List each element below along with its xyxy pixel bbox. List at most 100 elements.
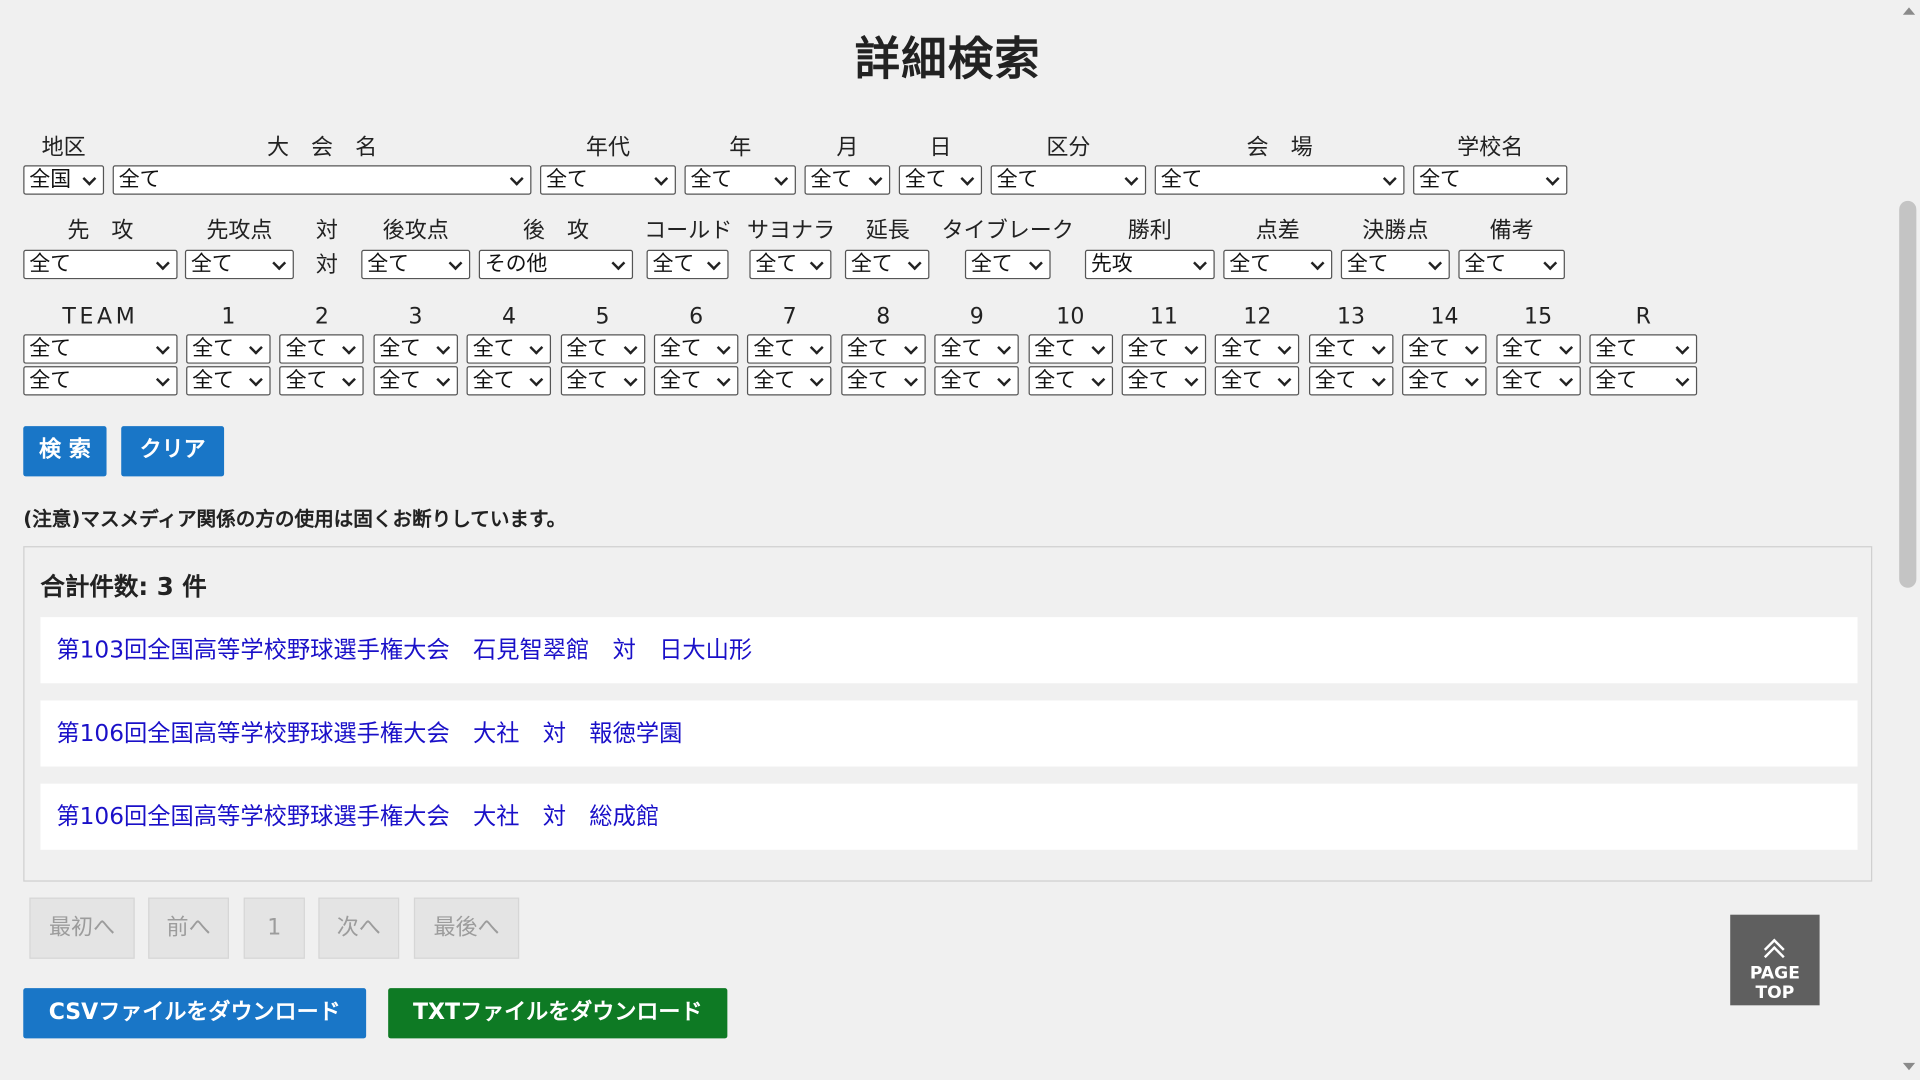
inning-select-top[interactable]: 全て [1121,334,1207,364]
inning-select-bottom[interactable]: 全て [466,366,552,396]
txt-download-button[interactable]: TXTファイルをダウンロード [388,988,728,1039]
inning-select-bottom[interactable]: 全て [1215,366,1300,396]
first-attack-select[interactable]: 全て [23,249,178,280]
venue-select[interactable]: 全て [1154,165,1405,195]
inning-select-top[interactable]: 全て [279,334,365,364]
inning-label: 14 [1430,303,1459,330]
vs-label-top: 対 [315,217,338,244]
day-select[interactable]: 全て [898,165,983,195]
inning-select-top[interactable]: 全て [1028,334,1113,364]
category-select[interactable]: 全て [990,165,1147,195]
team-select-top[interactable]: 全て [23,334,178,364]
category-label: 区分 [1046,134,1091,161]
month-select[interactable]: 全て [804,165,891,195]
inning-select-top[interactable]: 全て [560,334,645,364]
second-attack-label: 後 攻 [522,217,589,244]
result-link[interactable]: 第103回全国高等学校野球選手権大会 石見智翠館 対 日大山形 [40,617,1858,684]
inning-select-top[interactable]: 全て [466,334,552,364]
scroll-down-arrow-icon[interactable] [1902,1062,1916,1071]
tiebreak-label: タイブレーク [941,217,1074,244]
inning-select-bottom[interactable]: 全て [934,366,1020,396]
inning-select-bottom[interactable]: 全て [279,366,365,396]
inning-select-top[interactable]: 全て [186,334,271,364]
inning-label: 15 [1524,303,1553,330]
remarks-label: 備考 [1489,217,1534,244]
extra-innings-select[interactable]: 全て [844,249,930,280]
win-select[interactable]: 先攻 [1084,249,1215,280]
inning-label: 7 [782,303,797,330]
inning-label: 1 [221,303,236,330]
inning-select-top[interactable]: 全て [373,334,458,364]
first-score-select[interactable]: 全て [184,249,294,280]
called-game-label: コールド [644,217,733,244]
notice-text: (注意)マスメディア関係の方の使用は固くお断りしています。 [23,506,567,531]
year-label: 年 [729,134,752,161]
score-diff-select[interactable]: 全て [1223,249,1333,280]
result-link[interactable]: 第106回全国高等学校野球選手権大会 大社 対 総成館 [40,783,1858,850]
page-top-label: PAGE TOP [1749,963,1800,1003]
region-select[interactable]: 全国 [23,165,105,195]
inning-select-bottom[interactable]: 全て [840,366,926,396]
remarks-select[interactable]: 全て [1458,249,1565,280]
second-score-label: 後攻点 [382,217,449,244]
inning-select-bottom[interactable]: 全て [653,366,739,396]
team-label: TEAM [62,303,139,330]
inning-label: 13 [1336,303,1366,330]
team-select-bottom[interactable]: 全て [23,366,178,396]
second-attack-select[interactable]: その他 [478,249,634,280]
score-diff-label: 点差 [1255,217,1300,244]
results-panel: 合計件数: 3 件 第103回全国高等学校野球選手権大会 石見智翠館 対 日大山… [23,546,1873,882]
clear-button[interactable]: クリア [121,426,225,477]
inning-select-bottom[interactable]: 全て [1589,366,1698,396]
inning-select-bottom[interactable]: 全て [1028,366,1113,396]
pagination-next[interactable]: 次へ [318,897,400,959]
pagination-prev[interactable]: 前へ [148,897,229,959]
inning-select-top[interactable]: 全て [840,334,926,364]
page-top-button[interactable]: PAGE TOP [1730,914,1820,1006]
inning-select-top[interactable]: 全て [747,334,832,364]
sayonara-select[interactable]: 全て [749,249,832,280]
inning-label: 4 [501,303,517,330]
day-label: 日 [929,134,952,161]
vs-label-bottom: 対 [315,252,338,278]
result-link[interactable]: 第106回全国高等学校野球選手権大会 大社 対 報徳学園 [40,700,1858,767]
decisive-run-select[interactable]: 全て [1340,249,1450,280]
sayonara-label: サヨナラ [746,217,836,244]
inning-select-bottom[interactable]: 全て [1308,366,1394,396]
inning-label: 2 [314,303,329,330]
first-score-label: 先攻点 [206,217,273,244]
tiebreak-select[interactable]: 全て [964,249,1051,280]
decisive-run-label: 決勝点 [1362,217,1429,244]
csv-download-button[interactable]: CSVファイルをダウンロード [23,988,367,1039]
year-select[interactable]: 全て [684,165,796,195]
scroll-up-arrow-icon[interactable] [1902,7,1916,15]
inning-label: 6 [689,303,704,330]
second-score-select[interactable]: 全て [361,249,471,280]
inning-select-bottom[interactable]: 全て [186,366,271,396]
inning-select-top[interactable]: 全て [1215,334,1300,364]
inning-select-bottom[interactable]: 全て [747,366,832,396]
pagination-last[interactable]: 最後へ [413,897,520,959]
school-select[interactable]: 全て [1413,165,1568,195]
inning-select-top[interactable]: 全て [1495,334,1581,364]
search-button[interactable]: 検 索 [23,426,107,477]
inning-select-top[interactable]: 全て [653,334,739,364]
pagination-first[interactable]: 最初へ [29,897,135,959]
inning-select-top[interactable]: 全て [1402,334,1487,364]
era-select[interactable]: 全て [540,165,676,195]
inning-select-bottom[interactable]: 全て [373,366,458,396]
school-label: 学校名 [1457,134,1524,161]
scrollbar-thumb[interactable] [1899,200,1917,588]
called-game-select[interactable]: 全て [646,249,729,280]
inning-select-top[interactable]: 全て [1589,334,1698,364]
venue-label: 会 場 [1246,134,1313,161]
inning-select-bottom[interactable]: 全て [1121,366,1207,396]
inning-select-bottom[interactable]: 全て [560,366,645,396]
tournament-select[interactable]: 全て [112,165,532,195]
inning-select-bottom[interactable]: 全て [1402,366,1487,396]
pagination-page[interactable]: 1 [243,897,305,959]
inning-select-bottom[interactable]: 全て [1495,366,1581,396]
inning-select-top[interactable]: 全て [1308,334,1394,364]
inning-label: 12 [1243,303,1272,330]
inning-select-top[interactable]: 全て [934,334,1020,364]
